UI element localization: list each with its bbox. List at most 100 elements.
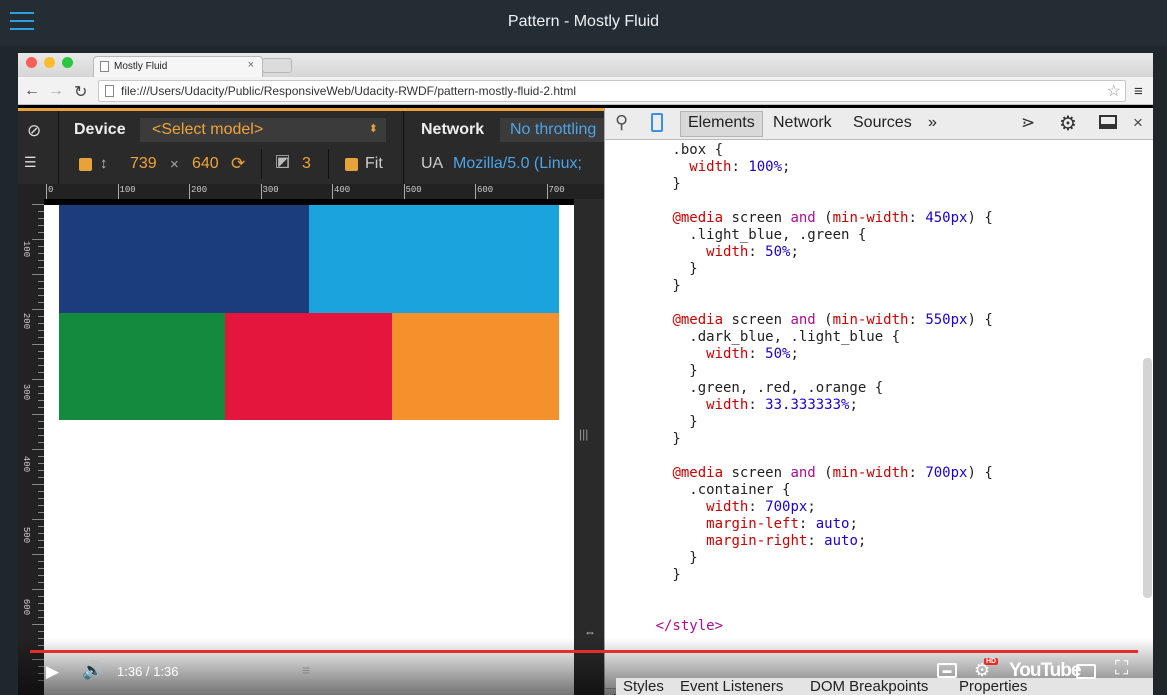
device-mode-icon[interactable] [651,113,663,132]
close-devtools-icon[interactable]: × [1133,113,1143,133]
ruler-tick-label: 500 [21,526,32,544]
device-model-value: <Select model> [152,121,264,138]
settings-gear-icon[interactable]: ⚙ [1059,111,1077,136]
tab-network[interactable]: Network [773,114,832,132]
console-drawer-icon[interactable]: ⋗ [1021,113,1035,133]
tab-elements[interactable]: Elements [688,114,755,132]
code-line: width: 50%; [706,346,799,362]
disable-emulation-icon[interactable]: ⊘ [27,121,41,141]
select-arrows-icon: ⬍ [368,123,378,135]
ruler-tick-label: 200 [21,312,32,329]
code-line: .dark_blue, .light_blue { [605,329,901,345]
ruler-tick-label: 100 [21,240,32,258]
code-line: } [605,567,681,583]
code-line: width: 700px; [706,499,816,515]
player-title-bar: Pattern - Mostly Fluid [0,0,1167,46]
ruler-tick-label: 0 [48,185,54,195]
tab-sources[interactable]: Sources [853,114,912,132]
fullscreen-icon[interactable]: ⛶ [1115,658,1128,680]
code-line: } [605,261,698,277]
new-tab-button[interactable] [262,58,292,73]
source-code-view[interactable]: .box { width: 100%; } @media screen and … [605,142,1141,634]
devtools-scrollbar[interactable] [1143,358,1152,598]
resize-corner-icon[interactable]: ⇔ [584,625,596,639]
device-model-select[interactable]: <Select model> ⬍ [140,118,386,142]
ua-label: UA [421,155,444,172]
play-icon[interactable]: ▶ [46,662,59,682]
ruler-tick-mark [32,204,44,205]
code-line: .box { [605,142,724,158]
times-sign: × [170,156,179,173]
bookmark-star-icon[interactable]: ☆ [1107,81,1121,101]
page-icon [100,61,109,72]
close-window-button[interactable] [26,57,37,68]
inspect-search-icon[interactable]: ⚲ [615,112,628,133]
maximize-window-button[interactable] [62,57,73,68]
code-line: margin-left: auto; [706,516,858,532]
code-line: width: 33.333333%; [706,397,858,413]
code-line: @media screen and (min-width: 550px) { [672,312,993,328]
ruler-tick-label: 600 [477,185,494,195]
cast-icon[interactable] [1076,664,1096,679]
tab-styles[interactable]: Styles [623,678,664,695]
page-icon [105,85,114,97]
progress-bar[interactable] [30,650,1138,653]
youtube-logo[interactable]: YouTube [1009,660,1081,682]
swap-dimensions-icon[interactable]: ⟳ [231,154,245,174]
fit-checkbox[interactable] [345,158,358,171]
code-line: } [605,431,681,447]
code-line: @media screen and (min-width: 450px) { [672,210,993,226]
ruler-tick-label: 300 [262,185,279,195]
horizontal-ruler: 0 100 200 300 400 500 600 700 [44,184,604,199]
ruler-tick-mark [32,274,44,275]
browser-tab[interactable]: Mostly Fluid × [93,56,263,77]
ruler-tick-mark [32,589,44,590]
network-value: No throttling [510,121,597,138]
resize-icon: ↕ [100,155,108,172]
browser-menu-icon[interactable]: ≡ [1134,83,1143,100]
code-line: width: 100%; [689,159,791,175]
media-query-icon[interactable]: ☰ [24,154,37,171]
resize-handle-icon[interactable]: ||| [579,427,588,441]
ruler-tick-mark [32,449,44,450]
dock-side-icon[interactable] [1099,115,1117,129]
green-box [59,313,225,420]
more-tabs-icon[interactable]: » [928,114,937,132]
back-arrow-icon[interactable]: ← [24,82,40,100]
tab-close-icon[interactable]: × [248,59,254,71]
ruler-tick-mark [546,184,548,199]
hd-badge: HD [984,658,999,665]
url-text: file:///Users/Udacity/Public/ResponsiveW… [121,84,577,98]
forward-arrow-icon[interactable]: → [48,82,64,100]
dark-blue-box [59,205,309,313]
network-label: Network [421,121,485,138]
network-select[interactable]: No throttling [500,118,604,142]
code-line: .container { [605,482,791,498]
tab-event-listeners[interactable]: Event Listeners [680,678,783,695]
ruler-tick-mark [260,184,262,199]
tab-dom-breakpoints[interactable]: DOM Breakpoints [810,678,928,695]
resolution-checkbox[interactable] [79,158,92,171]
minimize-window-button[interactable] [44,57,55,68]
code-line: .green, .red, .orange { [605,380,884,396]
ruler-tick-mark [32,414,44,415]
ruler-tick-mark [189,184,190,199]
viewport-gutter [574,199,604,695]
ruler-tick-mark [32,309,44,310]
video-frame[interactable]: Mostly Fluid × ← → ↻ file:///Users/Udaci… [18,53,1153,695]
url-input[interactable]: file:///Users/Udacity/Public/ResponsiveW… [98,80,1126,102]
code-line: margin-right: auto; [706,533,867,549]
user-agent-field[interactable]: Mozilla/5.0 (Linux; [453,151,604,177]
height-value[interactable]: 640 [192,155,219,173]
drag-handle-icon: ≡ [302,662,311,678]
ruler-tick-label: 400 [334,185,351,195]
pixel-ratio-value[interactable]: 3 [302,155,311,173]
width-value[interactable]: 739 [130,155,157,173]
reload-icon[interactable]: ↻ [74,82,87,102]
captions-icon[interactable]: ▬ [937,663,957,678]
volume-icon[interactable]: 🔊 [82,661,103,681]
devtools-toolbar: ⚲ Elements Network Sources » ⋗ ⚙ × [605,108,1153,140]
ua-value: Mozilla/5.0 (Linux; [453,155,582,172]
code-line: width: 50%; [706,244,799,260]
ruler-tick-mark [332,184,333,199]
